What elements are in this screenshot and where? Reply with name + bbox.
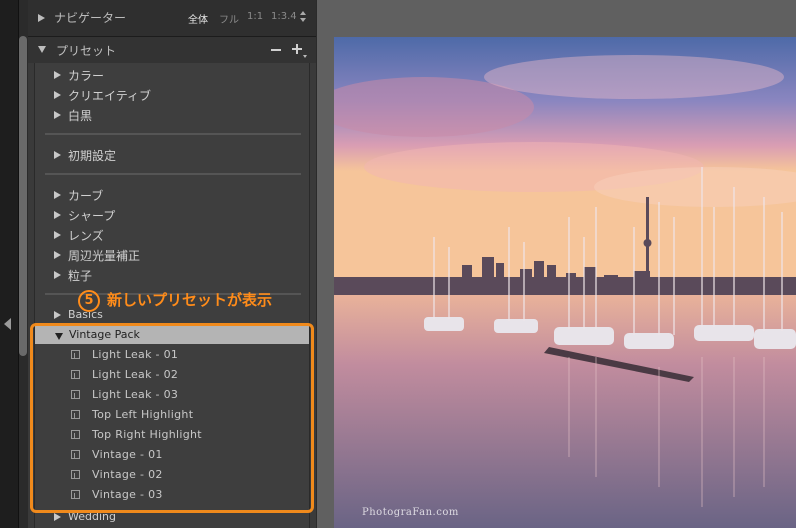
group-divider xyxy=(45,173,301,175)
navigator-header[interactable]: ナビゲーター 全体 フル 1:1 1:3.4 xyxy=(28,0,316,37)
preset-folder-color[interactable]: カラー xyxy=(35,65,309,85)
preset-label: Light Leak - 02 xyxy=(92,368,179,381)
folder-expand-icon xyxy=(54,71,61,79)
photo-preview-area: PhotograFan.com xyxy=(317,0,796,528)
left-panel: ナビゲーター 全体 フル 1:1 1:3.4 プリセット カラー クリエイティブ… xyxy=(28,0,316,528)
preset-item[interactable]: Vintage - 01 xyxy=(35,445,309,465)
expand-arrow-icon[interactable] xyxy=(38,14,45,22)
preset-icon xyxy=(71,410,80,419)
preset-folder-wedding[interactable]: Wedding xyxy=(35,507,309,527)
preset-folder-curve[interactable]: カーブ xyxy=(35,185,309,205)
preset-icon xyxy=(71,490,80,499)
preset-folder-grain[interactable]: 粒子 xyxy=(35,265,309,285)
preset-folder-creative[interactable]: クリエイティブ xyxy=(35,85,309,105)
folder-expand-icon xyxy=(54,211,61,219)
preset-item[interactable]: Light Leak - 02 xyxy=(35,365,309,385)
preset-item[interactable]: Vintage - 03 xyxy=(35,485,309,505)
presets-header[interactable]: プリセット xyxy=(28,37,316,63)
zoom-1-1-option[interactable]: 1:1 xyxy=(247,11,263,22)
folder-expand-icon xyxy=(54,231,61,239)
zoom-stepper-icon[interactable] xyxy=(300,11,306,25)
folder-label: 周辺光量補正 xyxy=(68,249,141,263)
preset-item[interactable]: Top Left Highlight xyxy=(35,405,309,425)
folder-label: 白黒 xyxy=(68,109,93,123)
navigator-title: ナビゲーター xyxy=(54,11,127,25)
step-number-badge: 5 xyxy=(78,290,100,312)
preset-item[interactable]: Light Leak - 01 xyxy=(35,345,309,365)
preset-icon xyxy=(71,390,80,399)
preset-label: Vintage - 02 xyxy=(92,468,163,481)
collapse-left-panel-icon[interactable] xyxy=(4,318,11,330)
folder-label: Vintage Pack xyxy=(69,328,140,341)
preset-item[interactable]: Top Right Highlight xyxy=(35,425,309,445)
folder-expand-icon xyxy=(54,91,61,99)
collapse-arrow-icon[interactable] xyxy=(38,46,46,53)
preset-icon xyxy=(71,350,80,359)
folder-collapse-icon xyxy=(55,333,63,340)
folder-label: クリエイティブ xyxy=(68,89,152,103)
preset-label: Top Right Highlight xyxy=(92,428,202,441)
photo-preview: PhotograFan.com xyxy=(334,37,796,528)
remove-preset-button[interactable] xyxy=(271,49,281,51)
preset-item[interactable]: Light Leak - 03 xyxy=(35,385,309,405)
preset-folder-lens[interactable]: レンズ xyxy=(35,225,309,245)
folder-expand-icon xyxy=(54,513,61,521)
preset-label: Light Leak - 01 xyxy=(92,348,179,361)
group-divider xyxy=(45,133,301,135)
folder-label: カラー xyxy=(68,69,105,83)
preset-label: Light Leak - 03 xyxy=(92,388,179,401)
folder-label: Wedding xyxy=(68,510,116,523)
folder-label: シャープ xyxy=(68,209,116,223)
folder-label: 粒子 xyxy=(68,269,93,283)
photo-watermark: PhotograFan.com xyxy=(362,507,459,518)
preset-folder-vintage-pack[interactable]: Vintage Pack xyxy=(35,326,309,344)
add-menu-caret-icon[interactable] xyxy=(303,55,307,58)
folder-expand-icon xyxy=(54,251,61,259)
annotation-callout: 5 新しいプリセットが表示 xyxy=(78,289,272,312)
annotation-text: 新しいプリセットが表示 xyxy=(107,291,273,309)
preset-icon xyxy=(71,470,80,479)
folder-label: 初期設定 xyxy=(68,149,117,163)
preset-item[interactable]: Vintage - 02 xyxy=(35,465,309,485)
preset-label: Vintage - 03 xyxy=(92,488,163,501)
preset-folder-defaults[interactable]: 初期設定 xyxy=(35,145,309,165)
panel-scrollbar[interactable] xyxy=(19,36,27,356)
zoom-fit-option[interactable]: 全体 xyxy=(188,11,208,26)
left-panel-edge[interactable] xyxy=(0,0,19,528)
folder-expand-icon xyxy=(54,151,61,159)
preset-icon xyxy=(71,370,80,379)
preset-label: Top Left Highlight xyxy=(92,408,194,421)
preset-label: Vintage - 01 xyxy=(92,448,163,461)
presets-title: プリセット xyxy=(56,44,117,58)
zoom-custom-option[interactable]: 1:3.4 xyxy=(271,11,297,22)
add-preset-button[interactable] xyxy=(292,43,304,55)
zoom-fill-option[interactable]: フル xyxy=(219,11,239,26)
preset-folder-bw[interactable]: 白黒 xyxy=(35,105,309,125)
folder-label: レンズ xyxy=(68,229,104,243)
folder-expand-icon xyxy=(54,191,61,199)
folder-expand-icon xyxy=(54,311,61,319)
preset-icon xyxy=(71,450,80,459)
preset-folder-vignette[interactable]: 周辺光量補正 xyxy=(35,245,309,265)
preset-icon xyxy=(71,430,80,439)
marina-photo xyxy=(334,37,796,528)
folder-expand-icon xyxy=(54,111,61,119)
preset-folder-sharpen[interactable]: シャープ xyxy=(35,205,309,225)
folder-expand-icon xyxy=(54,271,61,279)
folder-label: カーブ xyxy=(68,189,104,203)
